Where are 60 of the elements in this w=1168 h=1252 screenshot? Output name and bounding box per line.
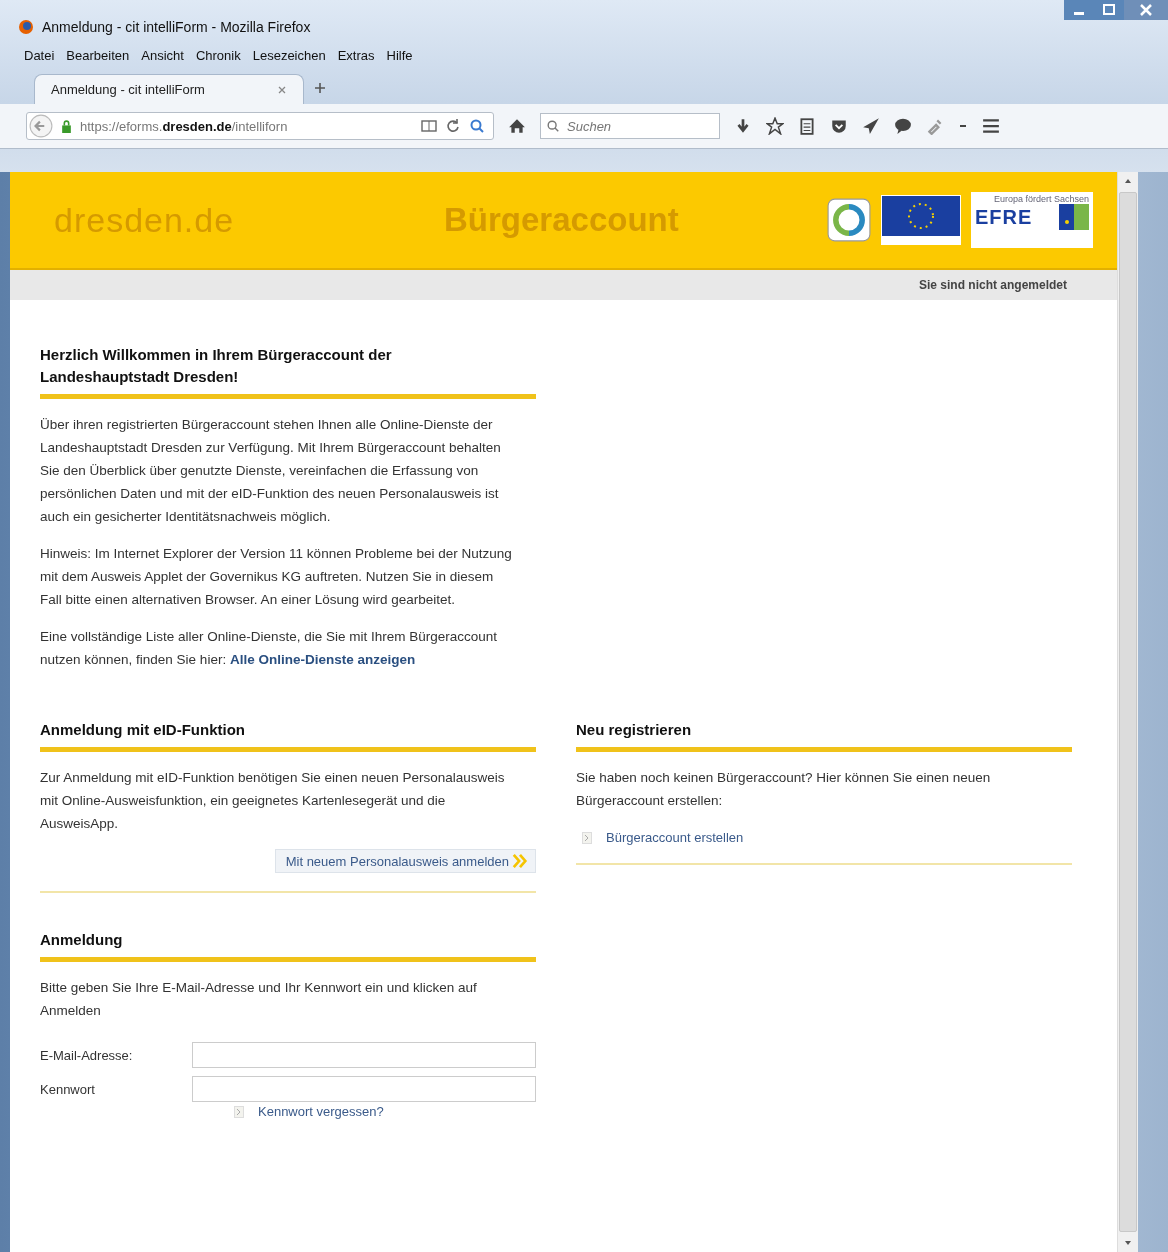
paragraph: Bitte geben Sie Ihre E-Mail-Adresse und Ihr Kennwort ein und klicken auf Anmelden	[40, 979, 478, 1020]
search-icon[interactable]	[469, 118, 485, 134]
input-field[interactable]	[192, 1042, 536, 1068]
menu-item[interactable]: Datei	[24, 47, 55, 63]
window-title: Anmeldung - cit intelliForm - Mozilla Firefox	[42, 19, 311, 35]
paragraph: Eine vollständige Liste aller Online-Dienste, die Sie mit Ihrem Bürgeraccount nutzen können, finden Sie hier: Alle Online-Dienste anzeigen	[40, 628, 498, 669]
clipboard-icon[interactable]	[798, 117, 816, 135]
new-tab-icon[interactable]	[314, 82, 326, 94]
pocket-icon[interactable]	[830, 117, 848, 135]
lock-icon	[61, 119, 72, 133]
login-status: Sie sind nicht angemeldet	[918, 278, 1067, 292]
create-account-link[interactable]: Bürgeraccount erstellen	[606, 830, 744, 845]
section-heading: Neu registrieren	[576, 720, 693, 740]
bullet-icon	[234, 1105, 244, 1118]
efre-text: EFRE	[975, 205, 1033, 229]
reload-icon[interactable]	[445, 118, 461, 134]
reader-view-icon[interactable]	[421, 118, 437, 134]
paragraph: Über ihren registrierten Bürgeraccount stehen Ihnen alle Online-Dienste der Landeshauptstadt Dresden zur Verfügung. Mit Ihrem Bürgeraccount behalten Sie den Überblick über genutzte Dienste, vereinfachen die Erfassung von persönlichen Daten und mit der eID-Funktion des neuen Personalausweis ist auch ein gesicherter Identitätsnachweis möglich.	[40, 416, 502, 526]
search-icon	[546, 119, 560, 133]
close-icon[interactable]	[277, 84, 287, 95]
efre-claim: Europa fördert Sachsen	[992, 194, 1089, 204]
paragraph: Zur Anmeldung mit eID-Funktion benötigen Sie einen neuen Personalausweis mit Online-Ausweisfunktion, ein geeignetes Kartenlesegerät und die AusweisApp.	[40, 769, 506, 833]
search-field[interactable]: Suchen	[540, 113, 720, 139]
firefox-icon	[18, 19, 34, 35]
menu-item[interactable]: Hilfe	[386, 47, 413, 63]
ring-logo-icon	[827, 198, 871, 242]
menu-item[interactable]: Chronik	[195, 47, 241, 63]
send-icon[interactable]	[862, 117, 880, 135]
scrollbar[interactable]	[1117, 172, 1138, 1252]
menu-item[interactable]: Lesezeichen	[252, 47, 326, 63]
back-icon[interactable]	[29, 114, 53, 138]
eid-login-button[interactable]: Mit neuem Personalausweis anmelden	[274, 849, 536, 873]
input-field[interactable]	[192, 1076, 536, 1102]
menu-item[interactable]: Ansicht	[141, 47, 184, 63]
maximize-icon[interactable]	[1094, 0, 1124, 20]
field-label: E-Mail-Adresse:	[40, 1047, 134, 1063]
close-icon[interactable]	[1124, 0, 1168, 20]
field-label: Kennwort	[40, 1081, 96, 1097]
scroll-thumb[interactable]	[1119, 192, 1137, 1232]
section-heading: Anmeldung mit eID-Funktion	[40, 720, 246, 740]
paragraph: Hinweis: Im Internet Explorer der Version 11 können Probleme bei der Nutzung mit dem Ausweis Applet der Governikus KG auftreten. Nutzen Sie in diesem Fall bitte einen alternativen Browser. An einer Lösung wird gearbeitet.	[40, 545, 513, 609]
section-heading: Anmeldung	[40, 930, 124, 950]
paragraph: Sie haben noch keinen Bürgeraccount? Hier können Sie einen neuen Bürgeraccount erstellen:	[576, 769, 992, 810]
menu-item[interactable]: Extras	[337, 47, 375, 63]
forgot-password-link[interactable]: Kennwort vergessen?	[258, 1104, 384, 1119]
browser-tab[interactable]: Anmeldung - cit intelliForm	[34, 74, 304, 104]
services-link[interactable]: Alle Online-Dienste anzeigen	[229, 652, 416, 667]
home-icon[interactable]	[508, 117, 526, 135]
section-heading: Herzlich Willkommen in Ihrem Bürgeraccount der Landeshauptstadt Dresden!	[40, 345, 393, 387]
eu-flag-icon	[881, 194, 961, 246]
star-icon[interactable]	[766, 117, 784, 135]
minimize-icon[interactable]	[1064, 0, 1094, 20]
chevron-icon	[511, 853, 529, 869]
efre-flag-icon	[1059, 204, 1089, 230]
chat-icon[interactable]	[894, 117, 912, 135]
url-text: https://eforms.dresden.de/intelliforn	[80, 118, 289, 134]
address-bar[interactable]: https://eforms.dresden.de/intelliforn	[26, 112, 494, 140]
menu-icon[interactable]	[982, 117, 1000, 135]
bullet-icon	[582, 831, 592, 844]
menu-item[interactable]: Bearbeiten	[66, 47, 130, 63]
